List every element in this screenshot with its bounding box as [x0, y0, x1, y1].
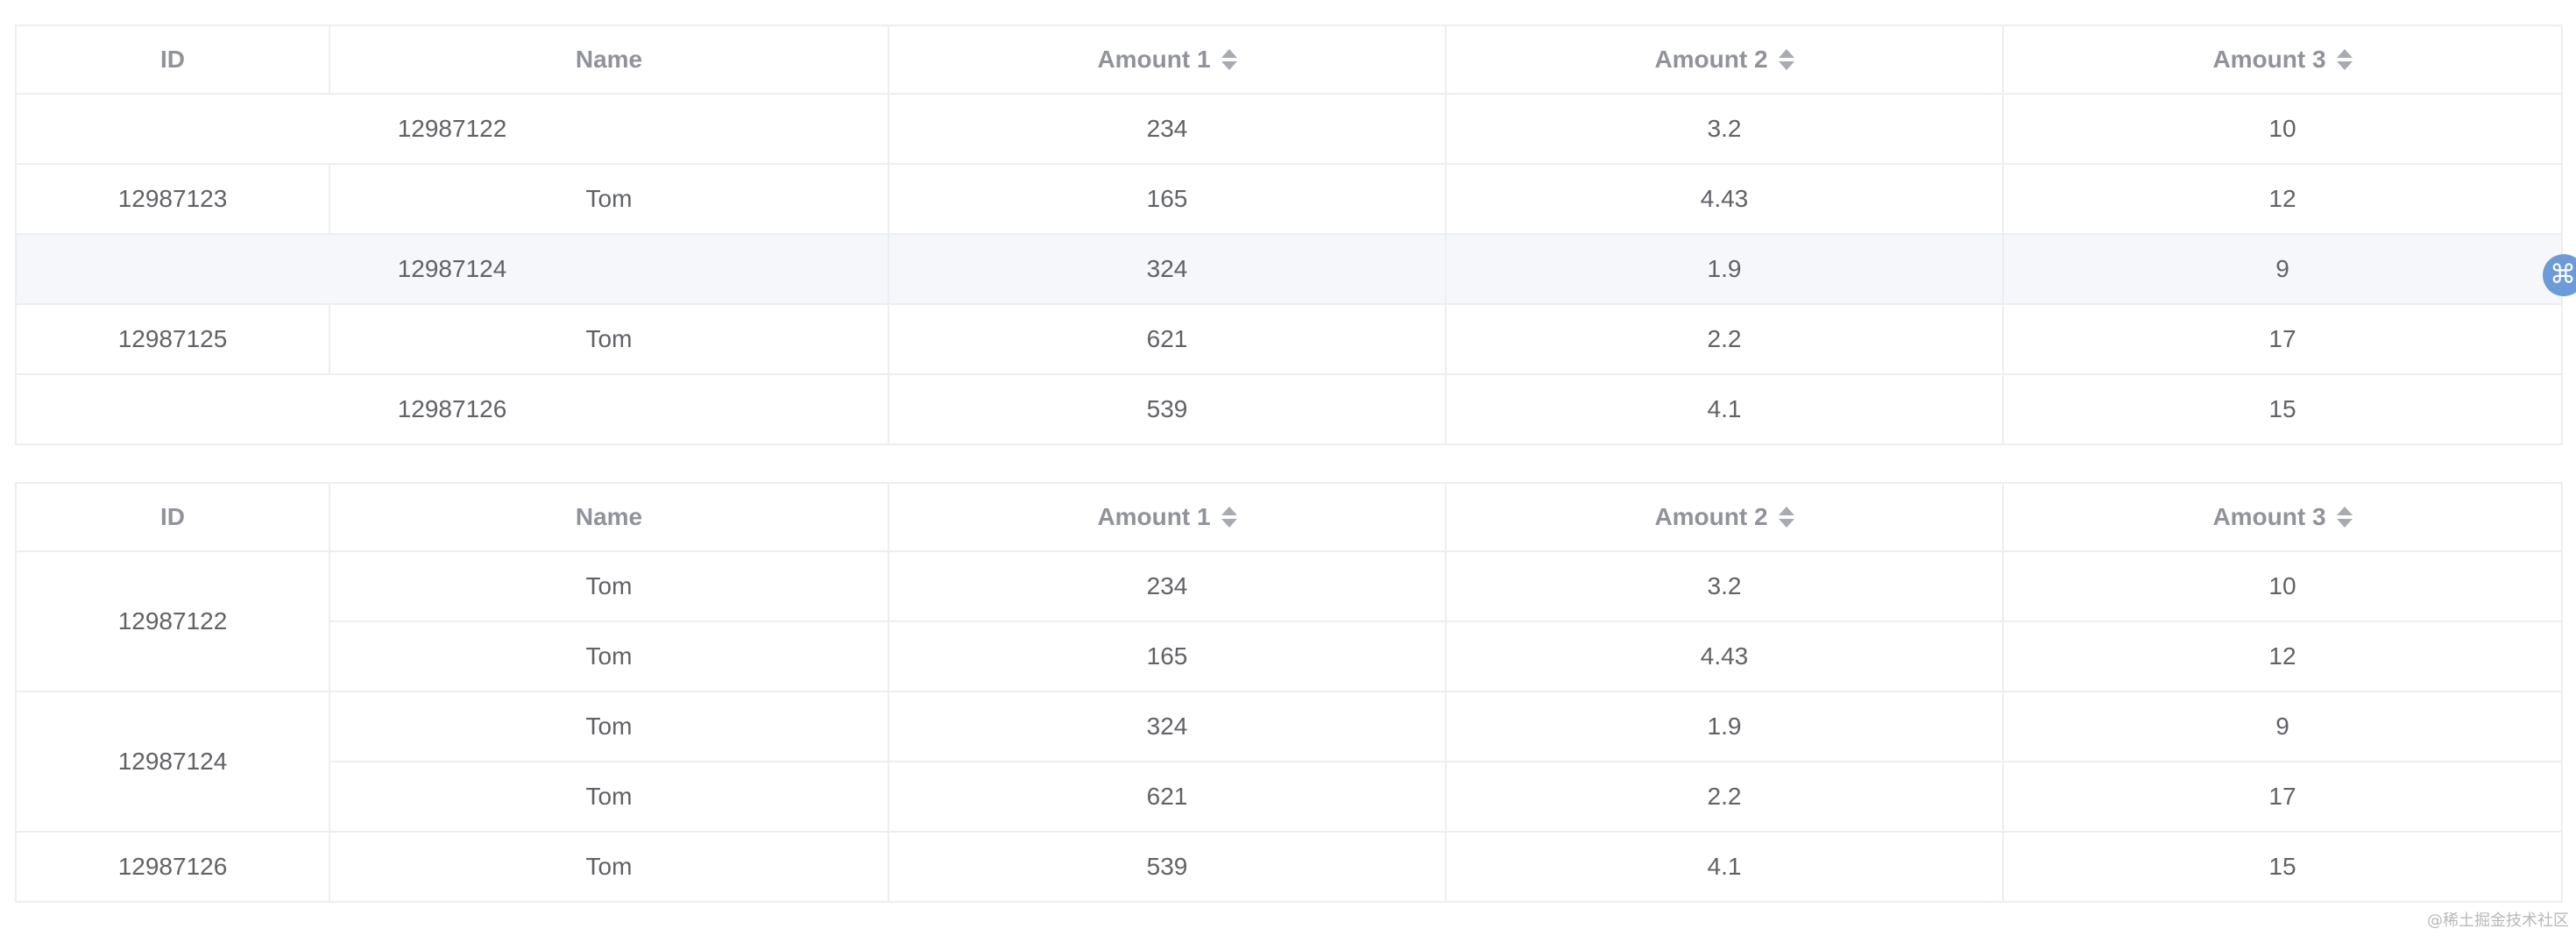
- amount3-cell: 17: [2002, 303, 2563, 375]
- amount1-cell: 539: [888, 373, 1447, 445]
- table-row[interactable]: Tom 621 2.2 17: [16, 761, 2563, 833]
- amount1-cell: 165: [888, 163, 1447, 235]
- amount3-cell: 9: [2002, 691, 2563, 762]
- column-header-id: ID: [15, 25, 330, 95]
- page: ID Name Amount 1 Amount 2 Amount 3 12987…: [15, 25, 2563, 903]
- id-cell: 12987125: [15, 303, 330, 375]
- amount2-cell: 3.2: [1445, 93, 2004, 165]
- amount2-cell: 4.43: [1445, 620, 2004, 692]
- amount2-cell: 4.43: [1445, 163, 2004, 235]
- sort-caret-icon[interactable]: [2336, 49, 2353, 70]
- merged-id-cell: 12987126: [15, 831, 330, 903]
- amount2-cell: 1.9: [1445, 233, 2004, 305]
- column-header-amount1[interactable]: Amount 1: [888, 482, 1447, 552]
- column-header-amount1[interactable]: Amount 1: [888, 25, 1447, 95]
- column-header-amount2[interactable]: Amount 2: [1445, 25, 2004, 95]
- merged-id-cell: 12987122: [15, 550, 330, 692]
- watermark: @稀土掘金技术社区: [2427, 911, 2569, 930]
- name-cell: Tom: [329, 761, 889, 833]
- amount2-cell: 2.2: [1445, 303, 2004, 375]
- table-row[interactable]: 12987126 Tom 539 4.1 15: [15, 831, 2563, 903]
- amount2-cell: 3.2: [1445, 550, 2004, 622]
- table-row[interactable]: 12987125 Tom 621 2.2 17: [15, 303, 2563, 375]
- sort-caret-icon[interactable]: [1778, 49, 1794, 70]
- column-header-id: ID: [15, 482, 330, 552]
- amount1-cell: 621: [888, 303, 1447, 375]
- amount1-cell: 621: [888, 761, 1447, 833]
- column-header-name: Name: [329, 25, 889, 95]
- table-row[interactable]: 12987122 234 3.2 10: [15, 93, 2563, 165]
- table-header-row: ID Name Amount 1 Amount 2 Amount 3: [15, 482, 2563, 552]
- amount3-cell: 10: [2002, 93, 2563, 165]
- sort-caret-icon[interactable]: [1221, 49, 1237, 70]
- column-header-name: Name: [329, 482, 889, 552]
- amount2-cell: 1.9: [1445, 691, 2004, 762]
- name-cell: Tom: [329, 163, 889, 235]
- sort-caret-icon[interactable]: [1778, 507, 1794, 528]
- amount1-cell: 234: [888, 93, 1447, 165]
- amount3-cell: 12: [2002, 163, 2563, 235]
- amount3-cell: 12: [2002, 620, 2563, 692]
- amount2-cell: 4.1: [1445, 373, 2004, 445]
- table-row[interactable]: 12987123 Tom 165 4.43 12: [15, 163, 2563, 235]
- table-header-row: ID Name Amount 1 Amount 2 Amount 3: [15, 25, 2563, 95]
- table-row[interactable]: 12987124 Tom 324 1.9 9: [15, 691, 2563, 833]
- name-cell: Tom: [329, 620, 889, 692]
- amount1-cell: 324: [888, 691, 1447, 762]
- sort-caret-icon[interactable]: [2336, 507, 2353, 528]
- amount3-cell: 15: [2002, 373, 2563, 445]
- amount1-cell: 539: [888, 831, 1447, 903]
- column-header-amount2[interactable]: Amount 2: [1445, 482, 2004, 552]
- amount3-cell: 17: [2002, 761, 2563, 833]
- span-table-rows: ID Name Amount 1 Amount 2 Amount 3 12987…: [15, 25, 2563, 445]
- table-row-hovered[interactable]: 12987124 324 1.9 9: [15, 233, 2563, 305]
- span-table-columns: ID Name Amount 1 Amount 2 Amount 3 12987…: [15, 482, 2563, 903]
- amount3-cell: 9: [2002, 233, 2563, 305]
- amount3-cell: 10: [2002, 550, 2563, 622]
- name-cell: Tom: [329, 831, 889, 903]
- amount1-cell: 165: [888, 620, 1447, 692]
- name-cell: Tom: [329, 550, 889, 622]
- merged-id-name-cell: 12987122: [15, 93, 889, 165]
- merged-id-name-cell: 12987126: [15, 373, 889, 445]
- amount3-cell: 15: [2002, 831, 2563, 903]
- column-header-amount3[interactable]: Amount 3: [2002, 482, 2563, 552]
- table-row[interactable]: 12987122 Tom 234 3.2 10: [15, 550, 2563, 692]
- merged-id-cell: 12987124: [15, 691, 330, 833]
- column-header-amount3[interactable]: Amount 3: [2002, 25, 2563, 95]
- merged-id-name-cell: 12987124: [15, 233, 889, 305]
- table-row[interactable]: Tom 165 4.43 12: [16, 620, 2563, 692]
- table-row[interactable]: 12987126 539 4.1 15: [15, 373, 2563, 445]
- id-cell: 12987123: [15, 163, 330, 235]
- amount2-cell: 4.1: [1445, 831, 2004, 903]
- amount2-cell: 2.2: [1445, 761, 2004, 833]
- amount1-cell: 234: [888, 550, 1447, 622]
- name-cell: Tom: [329, 303, 889, 375]
- sort-caret-icon[interactable]: [1221, 507, 1237, 528]
- amount1-cell: 324: [888, 233, 1447, 305]
- name-cell: Tom: [329, 691, 889, 762]
